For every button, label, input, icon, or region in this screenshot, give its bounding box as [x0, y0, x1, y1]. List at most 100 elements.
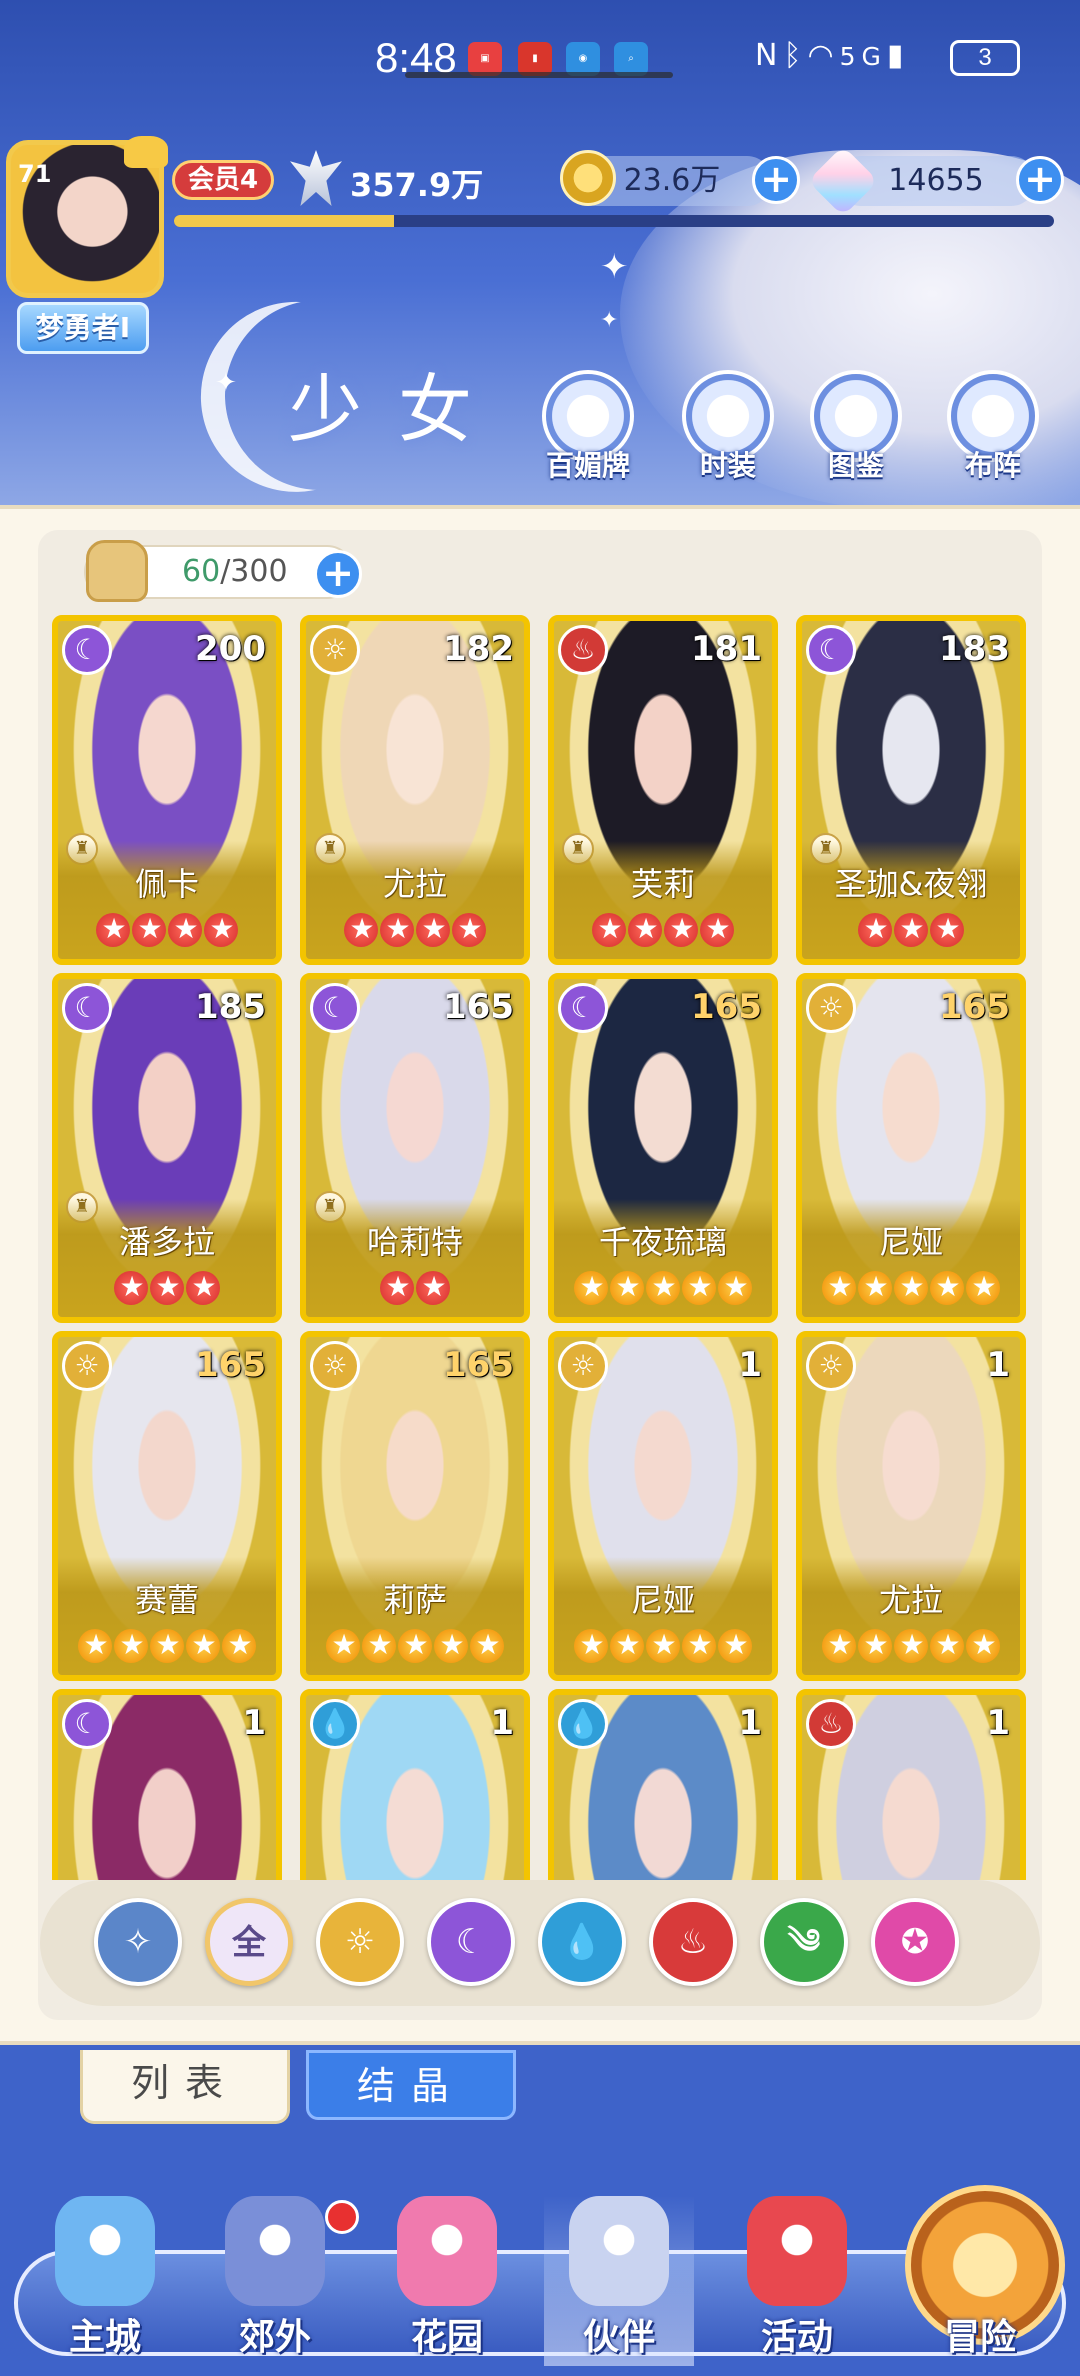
character-card[interactable]: ☼ 165 莉萨 ★ ★ ★ ★ ★ [300, 1331, 530, 1681]
roster-count-max: /300 [220, 554, 288, 589]
star-icon: ★ [966, 1271, 1000, 1305]
character-name: 佩卡 [134, 865, 199, 903]
roster-count-current: 60 [182, 554, 221, 589]
status-bar: 8:48 ▣ ▮ ◉ ⌕ Nᛒ◠5G▮ 3 [0, 0, 1080, 120]
sun-element-icon: ☼ [806, 983, 856, 1033]
character-card[interactable]: 💧 1 [548, 1689, 778, 1880]
star-icon: ★ [362, 1629, 396, 1663]
exp-bar-fill [174, 215, 394, 227]
star-icon: ★ [682, 1629, 716, 1663]
moon-element-icon: ☾ [806, 625, 856, 675]
star-icon: ★ [186, 1271, 220, 1305]
sun-element-icon: ☼ [310, 625, 360, 675]
star-icon: ★ [718, 1629, 752, 1663]
notification-dot [325, 2200, 359, 2234]
character-card[interactable]: ♨181♜芙莉★★★★ [548, 615, 778, 965]
water-element-filter-button[interactable]: 💧 [538, 1898, 626, 1986]
character-card[interactable]: ♨ 1 [796, 1689, 1026, 1880]
character-level: 1 [242, 1703, 266, 1743]
character-card[interactable]: ☾ 1 [52, 1689, 282, 1880]
star-icon: ★ [114, 1629, 148, 1663]
character-card[interactable]: ☾185♜潘多拉★★★ [52, 973, 282, 1323]
star-icon: ★ [150, 1271, 184, 1305]
star-icon: ★ [380, 1271, 414, 1305]
nav-gift-box[interactable]: 活动 [722, 2196, 872, 2366]
star-rating: ★ ★ ★ ★ ★ [554, 1624, 772, 1663]
character-level: 1 [986, 1345, 1010, 1385]
wind-element-filter-button[interactable]: ༄ [760, 1898, 848, 1986]
character-card[interactable]: ☾165♜哈莉特★★ [300, 973, 530, 1323]
moon-element-icon: ☾ [455, 1922, 487, 1962]
character-card[interactable]: ☼182♜尤拉★★★★ [300, 615, 530, 965]
character-level: 165 [691, 987, 762, 1027]
star-element-filter-button[interactable]: ✪ [871, 1898, 959, 1986]
star-rating: ★ ★ ★ ★ [306, 908, 524, 947]
sun-element-filter-button[interactable]: ☼ [316, 1898, 404, 1986]
add-crystal-button[interactable]: + [1016, 156, 1064, 204]
star-icon: ★ [664, 913, 698, 947]
character-card[interactable]: ☾200♜佩卡★★★★ [52, 615, 282, 965]
nav-label: 伙伴 [582, 2317, 655, 2358]
tab-list[interactable]: 列表 [80, 2050, 290, 2124]
moon-element-icon: ☾ [62, 983, 112, 1033]
character-card[interactable]: ☼ 165 赛蕾 ★ ★ ★ ★ ★ [52, 1331, 282, 1681]
tab-crystal[interactable]: 结晶 [306, 2050, 516, 2120]
nav-label: 主城 [68, 2317, 141, 2358]
player-name[interactable]: 梦勇者I [17, 302, 149, 354]
star-icon: ★ [700, 913, 734, 947]
character-name: 哈莉特 [366, 1223, 463, 1261]
star-icon: ★ [344, 913, 378, 947]
outfit-button[interactable]: 时装 [678, 370, 778, 484]
nav-heart-garden[interactable]: 花园 [372, 2196, 522, 2366]
star-icon: ★ [222, 1629, 256, 1663]
character-card[interactable]: ☾183♜圣珈&夜翎★★★ [796, 615, 1026, 965]
expand-roster-button[interactable]: + [314, 550, 362, 598]
character-card[interactable]: ☼ 1 尤拉 ★ ★ ★ ★ ★ [796, 1331, 1026, 1681]
nfc-icon: N [755, 38, 784, 73]
sun-element-icon: ☼ [310, 1341, 360, 1391]
formation-button[interactable]: 布阵 [943, 370, 1043, 484]
star-rating: ★ ★ ★ ★ [554, 908, 772, 947]
character-card[interactable]: ☼ 1 尼娅 ★ ★ ★ ★ ★ [548, 1331, 778, 1681]
character-card[interactable]: ☼ 165 尼娅 ★ ★ ★ ★ ★ [796, 973, 1026, 1323]
sparkle-icon: ✦ [215, 368, 237, 398]
all-filter-filter-button[interactable]: 全 [205, 1898, 293, 1986]
system-icons: Nᛒ◠5G▮ [755, 38, 909, 73]
gallery-button[interactable]: 图鉴 [806, 370, 906, 484]
nav-adventure-compass[interactable]: 冒险 [905, 2196, 1055, 2366]
character-grid[interactable]: ☾200♜佩卡★★★★☼182♜尤拉★★★★♨181♜芙莉★★★★☾183♜圣珈… [50, 615, 1030, 1880]
combat-power: 357.9万 [350, 166, 484, 204]
character-name: 赛蕾 [134, 1581, 199, 1619]
nav-partner-portrait[interactable]: 伙伴 [544, 2196, 694, 2366]
vip-badge[interactable]: 会员4 [172, 160, 274, 200]
star-icon: ★ [416, 1271, 450, 1305]
star-icon: ★ [610, 1629, 644, 1663]
drag-handle[interactable] [405, 72, 673, 78]
character-card[interactable]: 💧 1 [300, 1689, 530, 1880]
star-icon: ★ [434, 1629, 468, 1663]
character-level: 200 [195, 629, 266, 669]
nav-label: 活动 [760, 2317, 833, 2358]
character-name: 尤拉 [382, 865, 447, 903]
character-name: 圣珈&夜翎 [834, 865, 988, 903]
star-icon: ★ [398, 1629, 432, 1663]
formation-label: 布阵 [964, 449, 1021, 482]
star-icon: ★ [114, 1271, 148, 1305]
fire-element-filter-button[interactable]: ♨ [649, 1898, 737, 1986]
star-rating: ★ ★ ★ [58, 1266, 276, 1305]
wind-element-icon: ༄ [787, 1922, 821, 1962]
exp-bar [174, 215, 1054, 227]
card-deck-button[interactable]: 百媚牌 [538, 370, 638, 484]
partner-portrait-icon [569, 2196, 669, 2306]
add-gold-button[interactable]: + [752, 156, 800, 204]
moon-element-filter-button[interactable]: ☾ [427, 1898, 515, 1986]
sparkle-icon: ✦ [600, 308, 619, 333]
character-name: 芙莉 [630, 865, 695, 903]
star-icon: ★ [150, 1629, 184, 1663]
collapse-up-filter-button[interactable]: ✧ [94, 1898, 182, 1986]
star-rating: ★ ★ ★ ★ ★ [802, 1624, 1020, 1663]
nav-castle[interactable]: 主城 [30, 2196, 180, 2366]
moon-element-icon: ☾ [62, 625, 112, 675]
heart-garden-icon [397, 2196, 497, 2306]
character-card[interactable]: ☾ 165 千夜琉璃 ★ ★ ★ ★ ★ [548, 973, 778, 1323]
